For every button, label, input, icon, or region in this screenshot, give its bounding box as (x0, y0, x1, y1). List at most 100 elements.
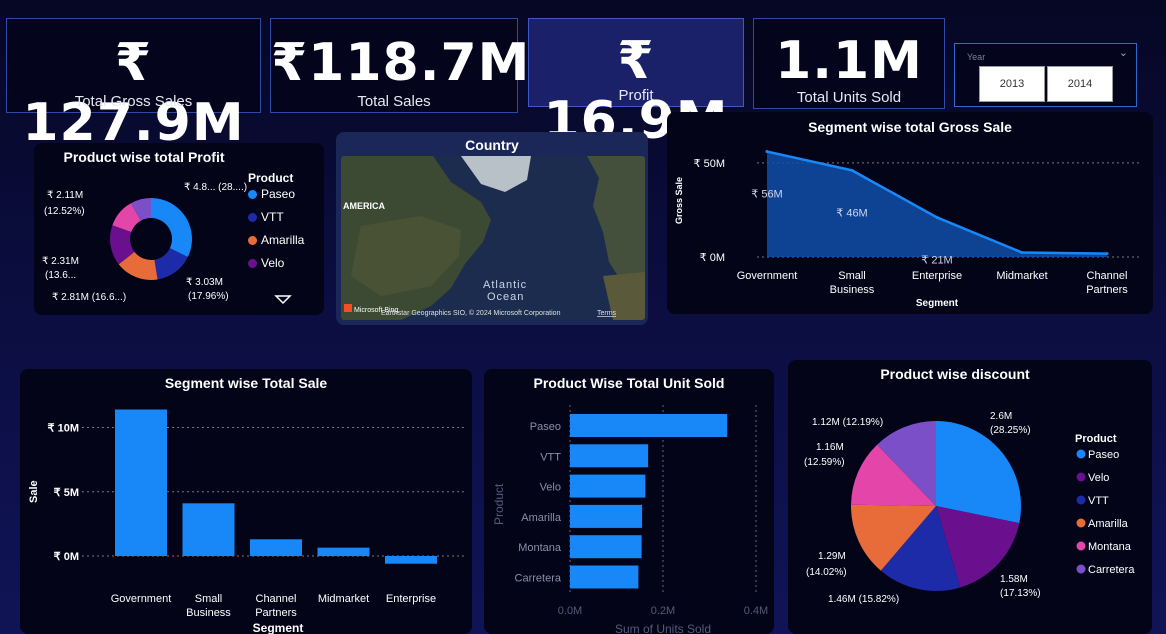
bar-vtt (570, 444, 649, 468)
legend-label: VTT (261, 210, 284, 224)
kpi-label: Total Gross Sales (74, 93, 193, 110)
y-tick-label: ₹ 0M (54, 551, 79, 563)
map-terms-link[interactable]: Terms (597, 310, 617, 317)
pie-label-velo-pct: (17.13%) (1000, 588, 1041, 599)
legend-item-vtt[interactable]: VTT (248, 210, 304, 224)
legend-item-paseo[interactable]: Paseo (248, 187, 304, 201)
y-tick-label-carretera: Carretera (515, 573, 562, 585)
data-point-channel-partners (1105, 252, 1109, 256)
donut-label-velo-value: ₹ 2.31M (42, 256, 79, 267)
legend-label: Amarilla (261, 233, 305, 247)
data-point-small-business (850, 168, 854, 172)
year-option-2014[interactable]: 2014 (1047, 66, 1113, 102)
bar-channel-partners (250, 539, 302, 556)
y-axis-title: Sale (28, 480, 40, 503)
x-tick-label-government: Government (111, 593, 172, 605)
legend-dot-velo (1076, 472, 1086, 482)
x-tick-label: 0.2M (651, 605, 675, 617)
legend-dot-amarilla (1076, 518, 1086, 528)
pie-label-vtt: 1.46M (15.82%) (828, 594, 899, 605)
kpi-label: Total Units Sold (796, 89, 902, 106)
y-tick-label: ₹ 5M (54, 487, 79, 499)
y-tick-label-velo: Velo (540, 482, 561, 494)
data-point-government (765, 150, 769, 154)
legend-dot-paseo (1076, 449, 1086, 459)
map-canvas[interactable]: AMERICA Atlantic Ocean Microsoft Bing Ea… (341, 156, 645, 320)
chart-title: Country (465, 137, 519, 153)
donut-label-amarilla: ₹ 2.81M (16.6...) (52, 292, 126, 303)
chevron-down-icon[interactable]: ⌄ (1119, 46, 1128, 59)
donut-slice-paseo[interactable] (151, 198, 192, 257)
bar-amarilla (570, 504, 643, 528)
legend-label-amarilla: Amarilla (1088, 518, 1129, 530)
legend-label-montana: Montana (1088, 541, 1132, 553)
kpi-total-units-sold: 1.1M Total Units Sold (753, 18, 945, 109)
pie-label-amarilla-value: 1.29M (818, 551, 846, 562)
product-legend: Product Paseo VTT Amarilla Velo (248, 171, 304, 270)
x-tick-label-channel-partners: Channel Partners (1086, 270, 1128, 296)
x-axis-title: Segment (916, 298, 959, 309)
kpi-label: Total Sales (357, 93, 431, 110)
kpi-value: 1.1M (775, 31, 923, 91)
donut-label-paseo: ₹ 4.8... (28....) (184, 182, 247, 193)
pie-label-amarilla-pct: (14.02%) (806, 567, 847, 578)
hbar-chart: Product Sum of Units Sold 0.0M 0.2M 0.4M Pa… (492, 405, 768, 634)
legend-title: Product (1075, 433, 1117, 445)
y-axis-title: Gross Sale (674, 177, 684, 224)
bar-paseo (570, 414, 728, 437)
y-tick-label: ₹ 0M (700, 252, 725, 264)
kpi-label: Profit (618, 87, 654, 104)
legend-dot-vtt (1076, 495, 1086, 505)
legend-scroll-down-icon[interactable] (274, 295, 292, 305)
y-axis-title: Product (492, 483, 506, 525)
ocean-label-line1: Atlantic (483, 279, 527, 291)
product-profit-panel: Product wise total Profit ₹ 4.8... (28..… (34, 143, 324, 315)
x-tick-label-enterprise: Enterprise (386, 593, 436, 605)
bar-midmarket (317, 547, 370, 556)
map-credit: Earthstar Geographics SIO, © 2024 Micros… (381, 309, 561, 317)
legend-label-carretera: Carretera (1088, 564, 1135, 576)
x-tick-label-small-business: Small Business (186, 593, 231, 619)
donut-label-vtt-pct: (17.96%) (188, 291, 229, 302)
ocean-label-line2: Ocean (487, 291, 524, 303)
bar-carretera (570, 565, 639, 589)
pie-slice-paseo (936, 421, 1021, 524)
legend-label-vtt: VTT (1088, 495, 1109, 507)
kpi-profit: ₹ 16.9M Profit (528, 18, 744, 151)
legend-item-velo[interactable]: Velo (248, 256, 304, 270)
kpi-total-sales: ₹118.7M Total Sales (270, 18, 531, 113)
data-point-midmarket (1020, 250, 1024, 254)
legend-item-amarilla[interactable]: Amarilla (248, 233, 304, 247)
legend-label: Velo (261, 256, 285, 270)
y-tick-label-paseo: Paseo (530, 421, 561, 433)
pie-label-montana-value: 1.16M (816, 442, 844, 453)
data-label-enterprise: ₹ 21M (921, 254, 952, 266)
data-point-enterprise (935, 215, 939, 219)
x-tick-label-small-business: Small Business (830, 270, 875, 296)
legend-dot-montana (1076, 541, 1086, 551)
y-tick-label: ₹ 50M (694, 158, 725, 170)
x-tick-label: 0.0M (558, 605, 582, 617)
pie-label-paseo-value: 2.6M (990, 411, 1012, 422)
x-tick-label-enterprise: Enterprise (912, 270, 962, 282)
year-option-2013[interactable]: 2013 (979, 66, 1045, 102)
kpi-total-gross-sales: ₹ 127.9M Total Gross Sales (6, 18, 261, 153)
donut-label-vtt-value: ₹ 3.03M (186, 277, 223, 288)
units-sold-panel: Product Wise Total Unit Sold Product Sum… (484, 369, 774, 634)
x-tick-label: 0.4M (744, 605, 768, 617)
kpi-value: ₹118.7M (271, 33, 531, 93)
x-axis-title: Segment (253, 621, 304, 634)
country-map[interactable]: Country AMERICA Atlantic Ocean Microsoft… (336, 132, 648, 325)
slicer-label: Year (967, 52, 986, 62)
area-fill (767, 151, 1107, 257)
x-tick-label-government: Government (737, 270, 798, 282)
data-label-government: ₹ 56M (751, 189, 782, 201)
discount-panel: Product wise discount 2.6M (28.25%) 1.58… (788, 360, 1152, 634)
donut-label-montana-pct: (12.52%) (44, 206, 85, 217)
legend-label-paseo: Paseo (1088, 449, 1119, 461)
y-tick-label: ₹ 10M (48, 423, 79, 435)
bar-chart: Sale Segment ₹ 10M ₹ 5M ₹ 0M Government Smal… (28, 409, 466, 634)
pie-chart: 2.6M (28.25%) 1.58M (17.13%) 1.46M (15.8… (804, 411, 1135, 605)
microsoft-logo-icon (344, 304, 352, 312)
donut-label-montana-value: ₹ 2.11M (47, 190, 83, 201)
